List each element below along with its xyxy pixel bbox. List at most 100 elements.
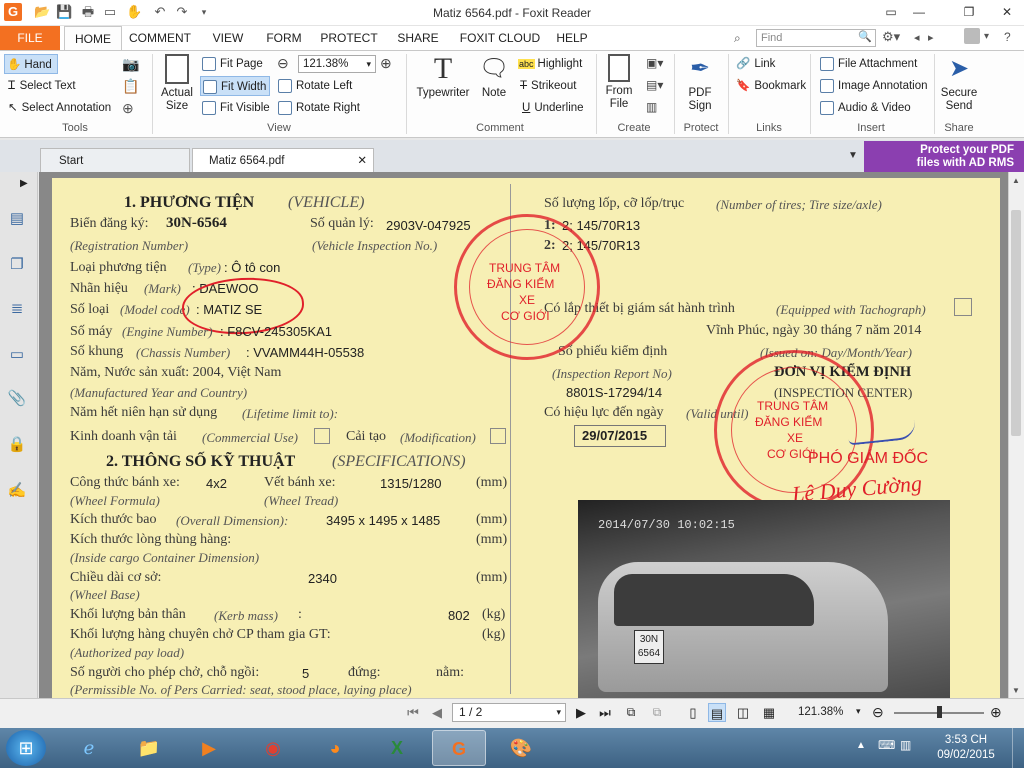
- tab-file[interactable]: FILE: [0, 26, 60, 50]
- tab-comment[interactable]: COMMENT: [126, 26, 194, 50]
- tab-help[interactable]: HELP: [554, 26, 590, 50]
- clipboard-icon[interactable]: 📋: [122, 78, 139, 95]
- previous-view-icon[interactable]: ⧉: [622, 703, 640, 722]
- secure-send-button[interactable]: ➤ Secure Send: [938, 54, 980, 113]
- continuous-page-icon[interactable]: ▤: [708, 703, 726, 722]
- select-annotation-button[interactable]: ↖ Select Annotation: [8, 98, 111, 118]
- taskbar-excel-icon[interactable]: X: [370, 730, 424, 766]
- help-icon[interactable]: ?: [1004, 30, 1011, 44]
- search-options-icon[interactable]: ⌕: [734, 31, 752, 47]
- zoom-out-icon[interactable]: ⊖: [277, 55, 289, 72]
- next-view-icon[interactable]: ⧉: [648, 703, 666, 722]
- section2-title: 2. THÔNG SỐ KỸ THUẬT: [106, 453, 296, 470]
- tray-expand-icon[interactable]: ▲: [856, 740, 866, 751]
- underline-button[interactable]: U Underline: [522, 98, 584, 118]
- typewriter-button[interactable]: T Typewriter: [412, 54, 474, 100]
- taskbar-media-icon[interactable]: ▶: [182, 730, 236, 766]
- page-number-select[interactable]: 1 / 2 ▾: [452, 703, 566, 722]
- signature-icon[interactable]: ✍: [6, 480, 28, 502]
- rotate-right-button[interactable]: Rotate Right: [278, 98, 360, 118]
- image-annotation-button[interactable]: Image Annotation: [820, 76, 928, 96]
- tab-form[interactable]: FORM: [262, 26, 306, 50]
- actual-size-button[interactable]: Actual Size: [156, 54, 198, 113]
- restore-icon[interactable]: ❐: [956, 3, 982, 21]
- close-tab-icon[interactable]: ✕: [357, 149, 367, 173]
- avatar[interactable]: [964, 28, 980, 44]
- zoom-slider-handle[interactable]: [937, 706, 942, 718]
- taskbar-firefox-icon[interactable]: ◕: [308, 730, 362, 766]
- attachments-icon[interactable]: 📎: [6, 388, 28, 410]
- minimize-icon[interactable]: —: [906, 3, 932, 21]
- taskbar-ie-icon[interactable]: ℯ: [62, 730, 116, 766]
- show-desktop-button[interactable]: [1012, 728, 1024, 768]
- section1-title-en: (VEHICLE): [288, 194, 365, 211]
- pages-icon[interactable]: ▤: [6, 208, 28, 230]
- taskbar-clock[interactable]: 3:53 CH 09/02/2015: [926, 733, 1006, 763]
- fit-visible-button[interactable]: Fit Visible: [202, 98, 270, 118]
- zoom-select[interactable]: 121.38% ▾: [298, 55, 376, 73]
- tab-protect[interactable]: PROTECT: [316, 26, 382, 50]
- zoom-in-icon[interactable]: ⊕: [990, 704, 1002, 721]
- taskbar-paint-icon[interactable]: 🎨: [494, 730, 548, 766]
- highlight-button[interactable]: abc Highlight: [518, 54, 582, 74]
- strikeout-button[interactable]: T Strikeout: [520, 76, 576, 96]
- comments-icon[interactable]: ▭: [6, 344, 28, 366]
- fit-page-button[interactable]: Fit Page: [202, 54, 263, 74]
- taskbar-foxit-icon[interactable]: G: [432, 730, 486, 766]
- pdf-sign-button[interactable]: ✒ PDF Sign: [680, 54, 720, 113]
- zoom-in-icon[interactable]: ⊕: [380, 55, 392, 72]
- tab-list-icon[interactable]: ▼: [848, 150, 858, 161]
- tray-keyboard-icon[interactable]: ⌨: [878, 738, 895, 752]
- layers-icon[interactable]: ≣: [6, 298, 28, 320]
- select-text-button[interactable]: Ꮖ Select Text: [8, 76, 76, 96]
- zoom-icon[interactable]: ⊕: [122, 100, 134, 117]
- start-button[interactable]: ⊞: [6, 730, 46, 766]
- camera-icon[interactable]: 📷: [122, 56, 139, 73]
- tab-current-document[interactable]: Matiz 6564.pdf ✕: [192, 148, 374, 172]
- next-page-icon[interactable]: ▶: [572, 703, 590, 722]
- create-option-icon[interactable]: ▣▾: [646, 56, 663, 70]
- link-button[interactable]: 🔗 Link: [736, 54, 775, 74]
- taskbar-explorer-icon[interactable]: 📁: [122, 730, 176, 766]
- tray-network-icon[interactable]: ▥: [900, 738, 911, 752]
- ad-banner[interactable]: Protect your PDF files with AD RMS: [864, 141, 1024, 172]
- from-file-button[interactable]: From File: [600, 54, 638, 111]
- note-button[interactable]: 🗨 Note: [476, 54, 512, 100]
- first-page-icon[interactable]: ⏮: [404, 703, 422, 722]
- bookmarks-icon[interactable]: ❐: [6, 254, 28, 276]
- audio-video-button[interactable]: Audio & Video: [820, 98, 911, 118]
- hand-tool-button[interactable]: ✋ Hand: [4, 54, 58, 74]
- tab-view[interactable]: VIEW: [204, 26, 252, 50]
- arrow-left-icon[interactable]: ◂: [914, 31, 920, 44]
- gear-icon[interactable]: ⚙▾: [882, 29, 900, 45]
- chevron-down-icon[interactable]: ▾: [984, 31, 989, 42]
- create-clipboard-icon[interactable]: ▥: [646, 100, 657, 114]
- bookmark-button[interactable]: 🔖 Bookmark: [736, 76, 806, 96]
- arrow-right-icon[interactable]: ▸: [928, 31, 934, 44]
- tab-share[interactable]: SHARE: [392, 26, 444, 50]
- scroll-up-icon[interactable]: ▲: [1012, 176, 1020, 185]
- scrollbar-thumb[interactable]: [1011, 210, 1021, 436]
- security-icon[interactable]: 🔒: [6, 434, 28, 456]
- zoom-out-icon[interactable]: ⊖: [872, 704, 884, 721]
- previous-page-icon[interactable]: ◀: [428, 703, 446, 722]
- facing-page-icon[interactable]: ◫: [734, 703, 752, 722]
- tab-home[interactable]: HOME: [64, 26, 122, 50]
- search-icon[interactable]: 🔍: [858, 30, 872, 43]
- scroll-down-icon[interactable]: ▼: [1012, 686, 1020, 695]
- create-scanner-icon[interactable]: ▤▾: [646, 78, 663, 92]
- continuous-facing-icon[interactable]: ▦: [760, 703, 778, 722]
- ribbon-toggle-icon[interactable]: ▭: [878, 3, 904, 21]
- single-page-icon[interactable]: ▯: [684, 703, 702, 722]
- close-icon[interactable]: ✕: [994, 3, 1020, 21]
- zoom-dropdown-icon[interactable]: ▾: [856, 706, 861, 717]
- expand-panel-icon[interactable]: ▶: [20, 178, 28, 189]
- tab-foxit-cloud[interactable]: FOXIT CLOUD: [454, 26, 546, 50]
- tab-start[interactable]: Start: [40, 148, 190, 172]
- file-attachment-button[interactable]: File Attachment: [820, 54, 917, 74]
- last-page-icon[interactable]: ⏭: [596, 703, 614, 722]
- rotate-left-button[interactable]: Rotate Left: [278, 76, 352, 96]
- taskbar-chrome-icon[interactable]: ◉: [246, 730, 300, 766]
- photo-timestamp: 2014/07/30 10:02:15: [598, 518, 735, 532]
- fit-width-button[interactable]: Fit Width: [200, 76, 270, 96]
